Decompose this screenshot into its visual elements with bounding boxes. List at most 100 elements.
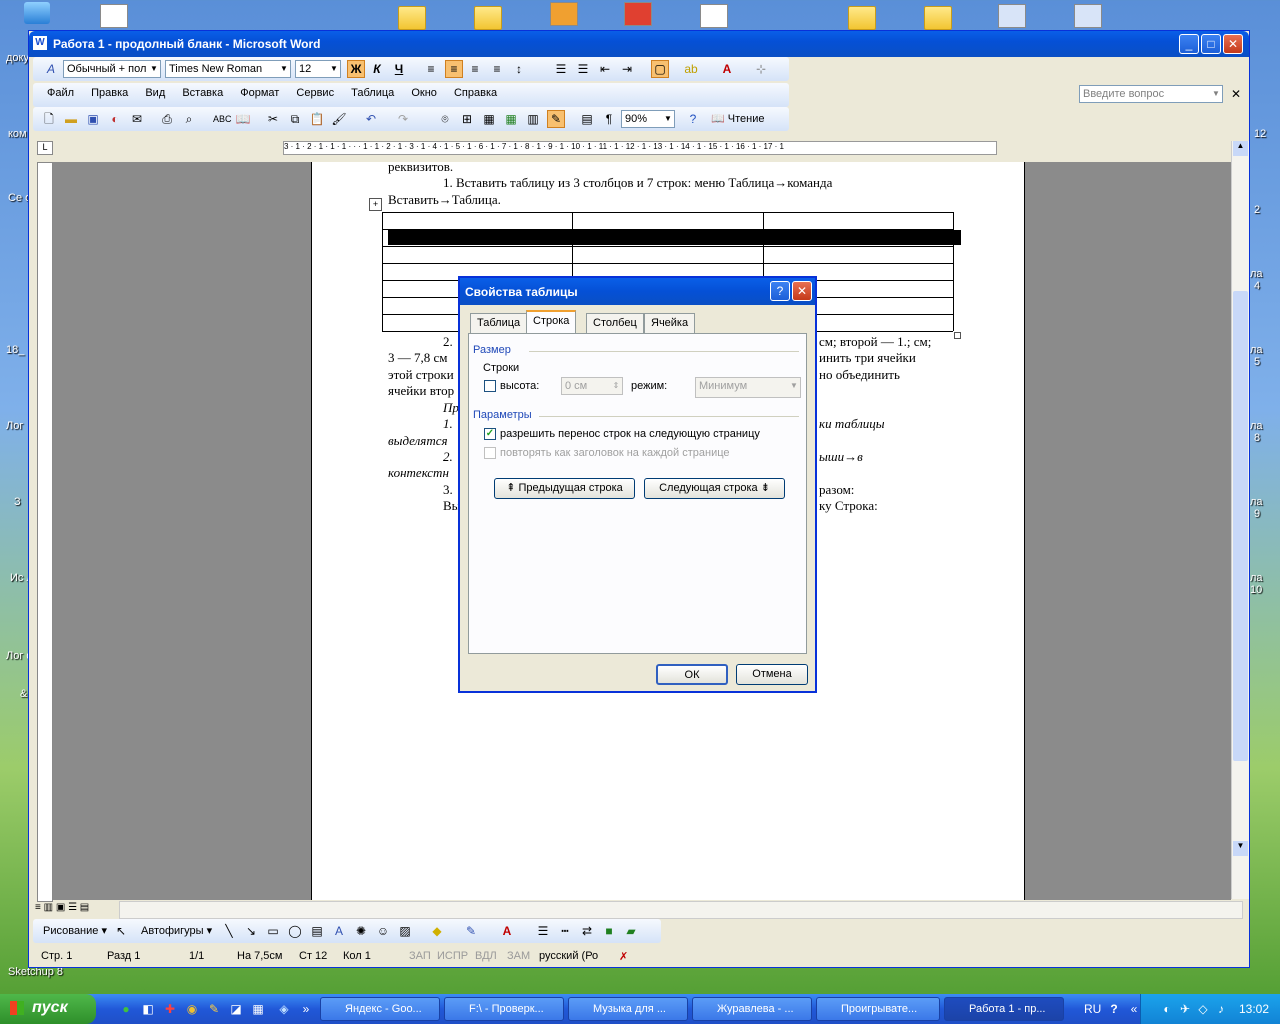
tray-icon[interactable]: ◐ [1159, 1001, 1175, 1017]
columns-icon[interactable]: ▥ [525, 111, 541, 127]
justify-icon[interactable]: ≡ [489, 61, 505, 77]
help-search-input[interactable]: Введите вопрос ▼ [1079, 85, 1223, 103]
taskbar-item[interactable]: Журавлева - ... [692, 997, 812, 1021]
font-color-icon[interactable]: A [719, 61, 735, 77]
folder-icon[interactable] [848, 6, 876, 30]
bold-button[interactable]: Ж [347, 60, 365, 78]
email-icon[interactable]: ✉ [129, 111, 145, 127]
open-icon[interactable]: ▬ [63, 111, 79, 127]
menu-tools[interactable]: Сервис [296, 87, 334, 99]
maximize-button[interactable]: □ [1201, 34, 1221, 54]
document-icon[interactable] [700, 4, 728, 28]
insert-table-icon[interactable]: ▦ [481, 111, 497, 127]
jpg-icon[interactable] [550, 2, 578, 26]
quicklaunch-icon[interactable]: ● [118, 1001, 134, 1017]
zoom-select[interactable]: 90% ▼ [621, 110, 675, 128]
menu-file[interactable]: Файл [47, 87, 74, 99]
dialog-titlebar[interactable]: Свойства таблицы ? ✕ [460, 278, 815, 305]
close-doc-icon[interactable]: ✕ [1231, 87, 1241, 101]
redo-icon[interactable]: ↷ [395, 111, 411, 127]
dialog-close-button[interactable]: ✕ [792, 281, 812, 301]
folder-icon[interactable] [398, 6, 426, 30]
styles-icon[interactable]: A [43, 61, 59, 77]
font-select[interactable]: Times New Roman ▼ [165, 60, 291, 78]
table-move-handle-icon[interactable]: + [369, 198, 382, 211]
desktop-icon[interactable] [24, 2, 50, 24]
align-right-icon[interactable]: ≡ [467, 61, 483, 77]
style-select[interactable]: Обычный + пол ▼ [63, 60, 161, 78]
permission-icon[interactable]: ◐ [107, 111, 123, 127]
dialog-help-button[interactable]: ? [770, 281, 790, 301]
taskbar-item[interactable]: Проигрывате... [816, 997, 940, 1021]
reading-mode-button[interactable]: 📖 Чтение [711, 112, 764, 125]
chrome-icon[interactable]: ◉ [184, 1001, 200, 1017]
new-doc-icon[interactable]: 🗋 [41, 111, 57, 127]
arrow-style-icon[interactable]: ⇄ [579, 923, 595, 939]
view-buttons[interactable]: ≡ ▥ ▣ ☰ ▤ [35, 902, 89, 913]
save-icon[interactable]: ▣ [85, 111, 101, 127]
borders-icon[interactable]: ▢ [651, 60, 669, 78]
folder-icon[interactable] [924, 6, 952, 30]
menu-edit[interactable]: Правка [91, 87, 128, 99]
print-preview-icon[interactable]: ⌕ [181, 111, 197, 127]
ok-button[interactable]: ОК [656, 664, 728, 685]
research-icon[interactable]: 📖 [235, 111, 251, 127]
rectangle-icon[interactable]: ▭ [265, 923, 281, 939]
insert-excel-icon[interactable]: ▦ [503, 111, 519, 127]
taskbar-item[interactable]: Музыка для ... [568, 997, 688, 1021]
height-checkbox[interactable] [484, 380, 496, 392]
taskbar-item[interactable]: Яндекс - Goo... [320, 997, 440, 1021]
volume-icon[interactable]: ♪ [1213, 1001, 1229, 1017]
diagram-icon[interactable]: ✺ [353, 923, 369, 939]
document-map-icon[interactable]: ▤ [579, 111, 595, 127]
pdf-icon[interactable] [624, 2, 652, 26]
selected-row[interactable] [388, 230, 961, 245]
fill-color-icon[interactable]: ◆ [429, 923, 445, 939]
quicklaunch-icon[interactable]: ✎ [206, 1001, 222, 1017]
quicklaunch-icon[interactable]: ▦ [250, 1001, 266, 1017]
menu-view[interactable]: Вид [145, 87, 165, 99]
quicklaunch-icon[interactable]: ◪ [228, 1001, 244, 1017]
line-style-icon[interactable]: ☰ [535, 923, 551, 939]
menu-window[interactable]: Окно [411, 87, 437, 99]
align-left-icon[interactable]: ≡ [423, 61, 439, 77]
spelling-icon[interactable]: ABC [213, 111, 232, 127]
increase-indent-icon[interactable]: ⇥ [619, 61, 635, 77]
underline-button[interactable]: Ч [391, 61, 407, 77]
status-lang[interactable]: русский (Ро [539, 950, 598, 962]
tab-row[interactable]: Строка [526, 310, 577, 334]
textbox-icon[interactable]: ▤ [309, 923, 325, 939]
tray-icon[interactable]: ◇ [1195, 1001, 1211, 1017]
word-doc-icon[interactable] [1074, 4, 1102, 28]
picture-icon[interactable]: ▨ [397, 923, 413, 939]
print-icon[interactable]: ⎙ [159, 111, 175, 127]
language-indicator[interactable]: RU [1084, 1002, 1101, 1016]
tab-table[interactable]: Таблица [470, 313, 528, 333]
shadow-icon[interactable]: ■ [601, 923, 617, 939]
help-icon[interactable]: ? [685, 111, 701, 127]
status-trk[interactable]: ИСПР [437, 950, 468, 962]
scroll-thumb[interactable] [1233, 291, 1248, 761]
cut-icon[interactable]: ✂ [265, 111, 281, 127]
draw-menu[interactable]: Рисование ▾ [43, 924, 107, 937]
menu-help[interactable]: Справка [454, 87, 497, 99]
quicklaunch-icon[interactable]: ◧ [140, 1001, 156, 1017]
autoshapes-menu[interactable]: Автофигуры ▾ [141, 924, 212, 937]
scroll-up-icon[interactable]: ▲ [1233, 141, 1248, 156]
folder-icon[interactable] [474, 6, 502, 30]
arrow-icon[interactable]: ↘ [243, 923, 259, 939]
paste-icon[interactable]: 📋 [309, 111, 325, 127]
horizontal-ruler[interactable]: 3 · 1 · 2 · 1 · 1 · 1 · · · 1 · 1 · 2 · … [283, 141, 997, 155]
help-icon[interactable]: ? [1106, 1001, 1122, 1017]
hyperlink-icon[interactable]: ⌾ [437, 111, 453, 127]
vertical-scrollbar[interactable]: ▲ ▼ [1231, 141, 1249, 899]
oval-icon[interactable]: ◯ [287, 923, 303, 939]
menu-table[interactable]: Таблица [351, 87, 394, 99]
menu-insert[interactable]: Вставка [182, 87, 223, 99]
status-ovr[interactable]: ЗАМ [507, 950, 530, 962]
menu-format[interactable]: Формат [240, 87, 279, 99]
quicklaunch-icon[interactable]: » [298, 1001, 314, 1017]
quicklaunch-icon[interactable]: ◈ [276, 1001, 292, 1017]
numbering-icon[interactable]: ☰ [553, 61, 569, 77]
align-center-icon[interactable]: ≡ [445, 60, 463, 78]
